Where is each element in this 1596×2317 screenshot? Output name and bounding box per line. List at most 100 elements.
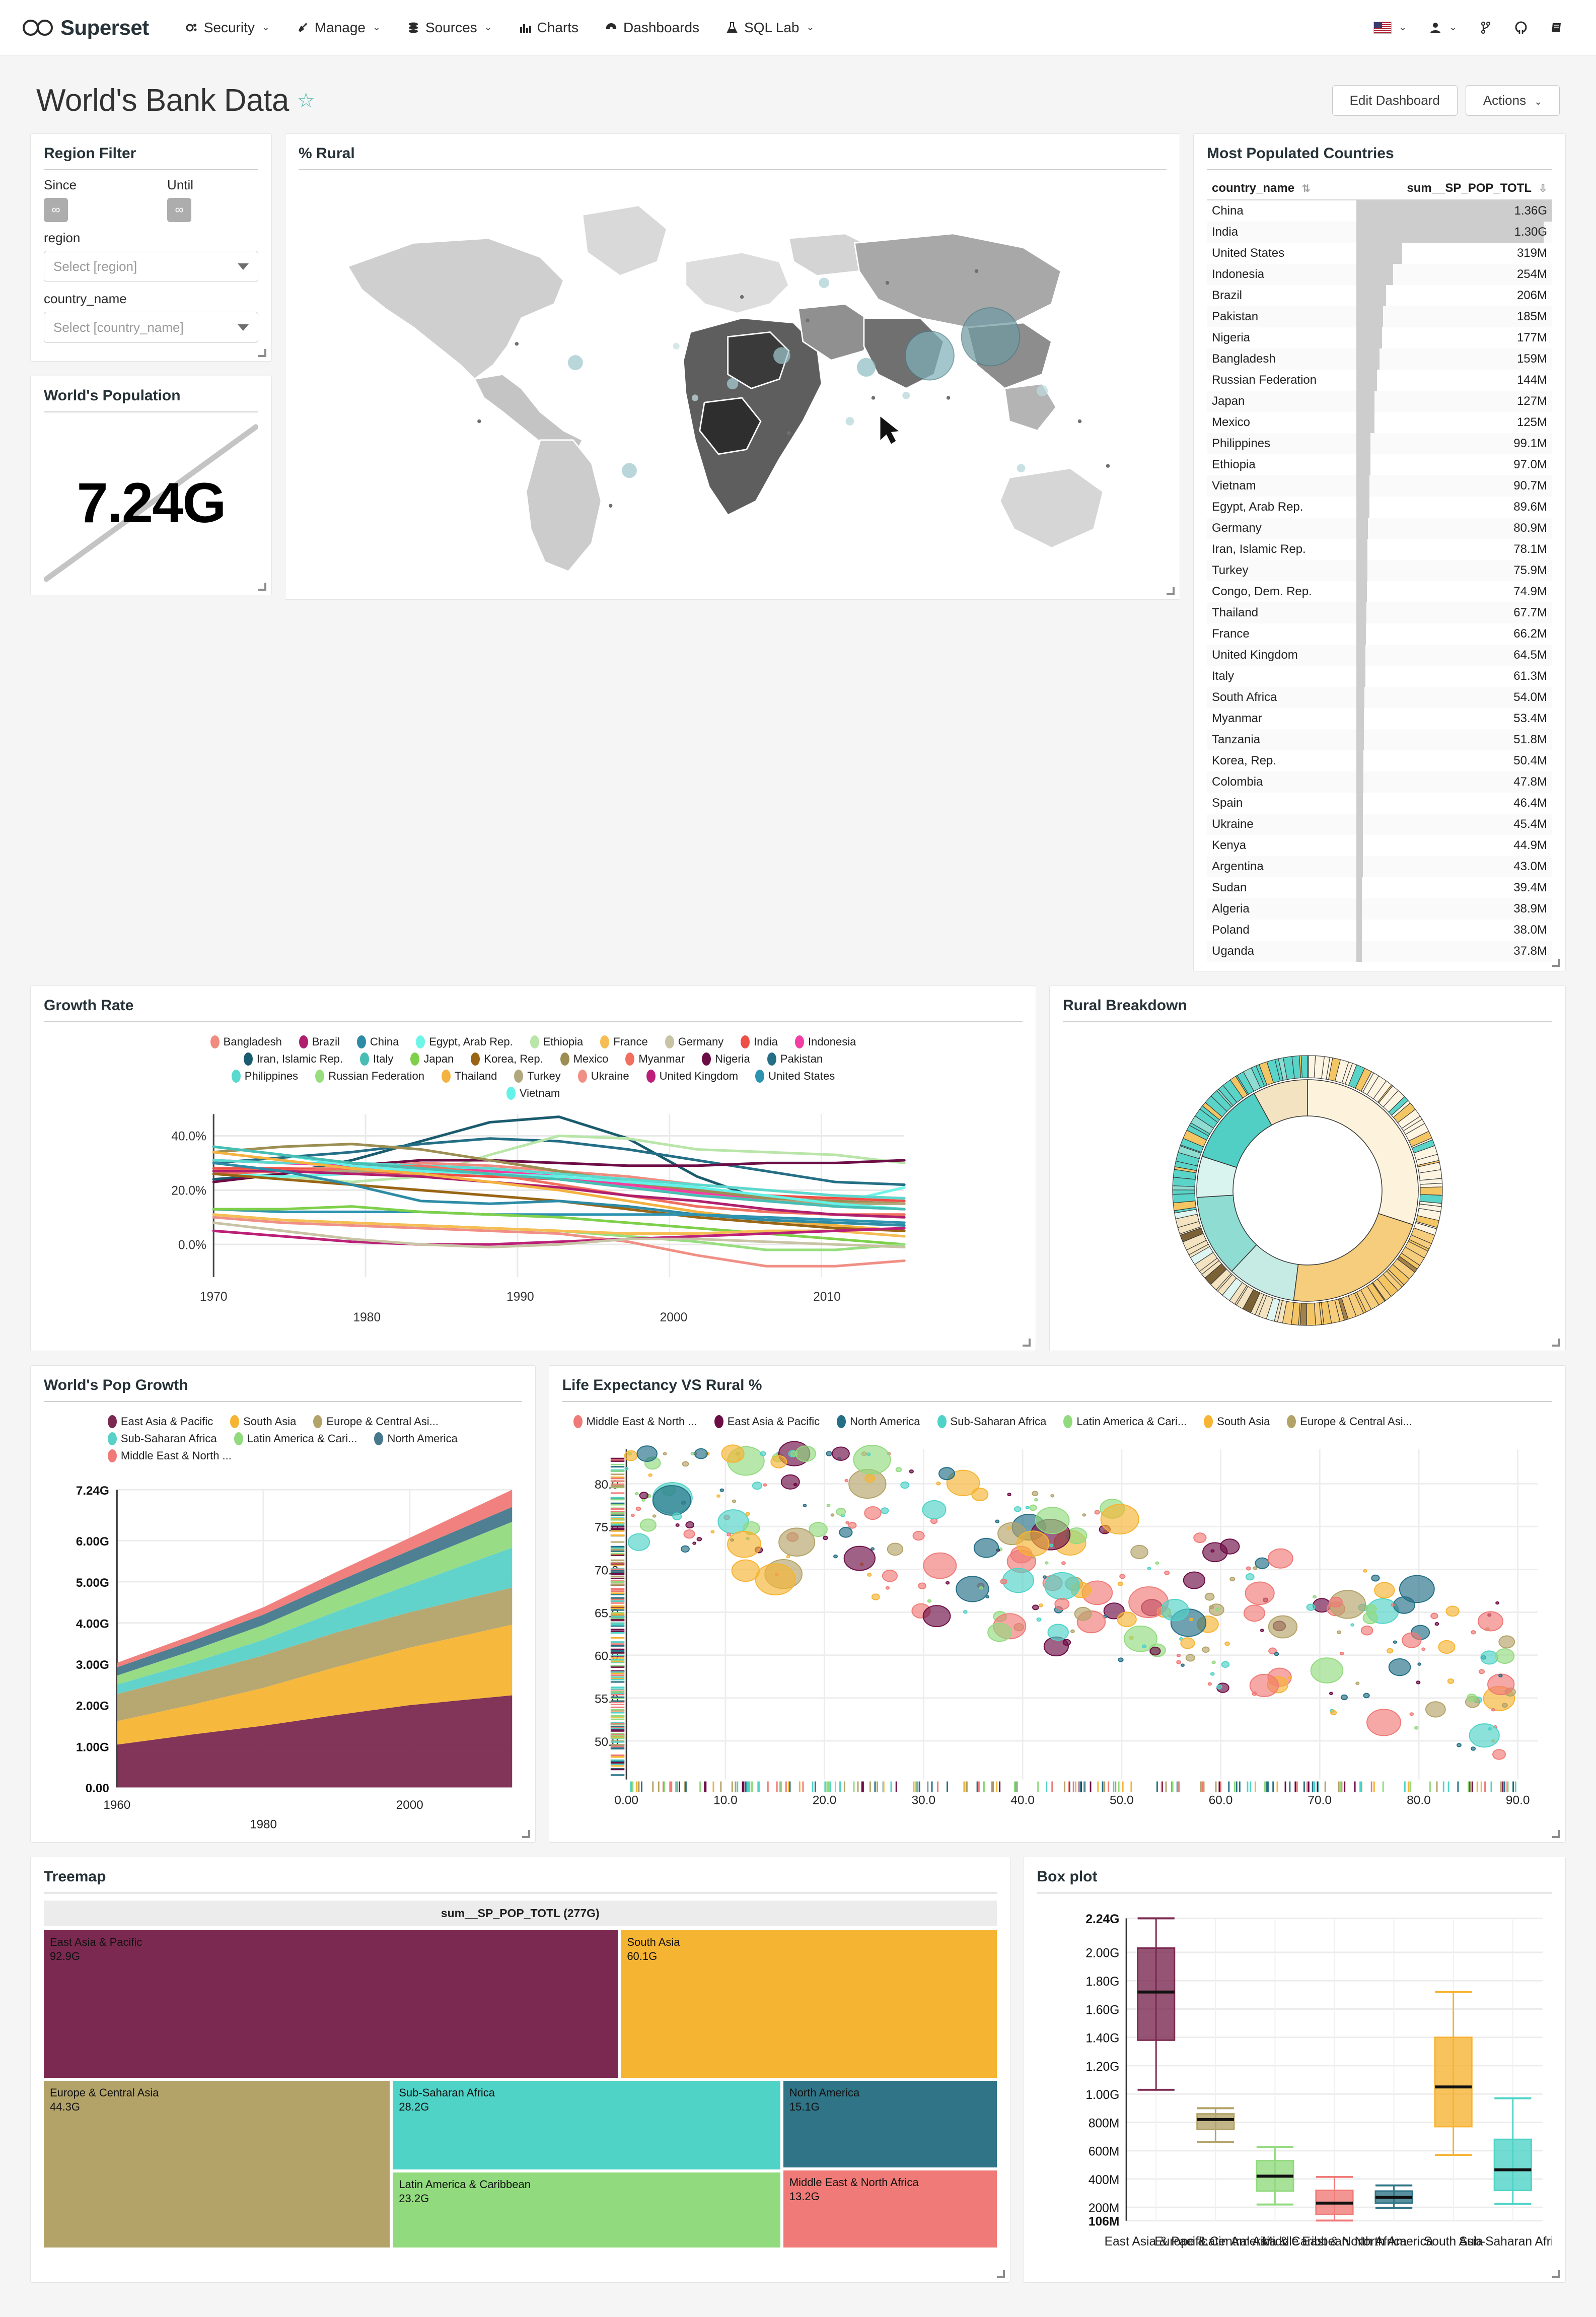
resize-handle[interactable] bbox=[522, 1830, 530, 1838]
pop-growth-legend-item[interactable]: Middle East & North ... bbox=[107, 1449, 232, 1462]
growth-rate-legend-item[interactable]: Russian Federation bbox=[315, 1070, 424, 1083]
nav-item-charts[interactable]: Charts bbox=[505, 20, 592, 36]
table-row[interactable]: Egypt, Arab Rep. 89.6M bbox=[1207, 497, 1552, 518]
pop-growth-legend-item[interactable]: Sub-Saharan Africa bbox=[107, 1432, 217, 1445]
growth-rate-legend-item[interactable]: Philippines bbox=[231, 1070, 298, 1083]
life-expectancy-legend-item[interactable]: East Asia & Pacific bbox=[714, 1415, 820, 1428]
resize-handle[interactable] bbox=[1167, 587, 1175, 595]
pop-growth-legend-item[interactable]: Europe & Central Asi... bbox=[313, 1415, 439, 1428]
resize-handle[interactable] bbox=[1552, 959, 1560, 967]
growth-rate-chart[interactable]: 0.0% 20.0% 40.0% 1970 1980 1990 2000 2010 bbox=[44, 1107, 1023, 1323]
resize-handle[interactable] bbox=[1023, 1339, 1031, 1347]
table-row[interactable]: Tanzania 51.8M bbox=[1207, 729, 1552, 750]
table-row[interactable]: Indonesia 254M bbox=[1207, 264, 1552, 285]
table-row[interactable]: Poland 38.0M bbox=[1207, 920, 1552, 941]
country-select[interactable]: Select [country_name] bbox=[44, 312, 258, 343]
table-row[interactable]: Ethiopia 97.0M bbox=[1207, 454, 1552, 475]
table-row[interactable]: Ukraine 45.4M bbox=[1207, 814, 1552, 835]
sunburst-chart[interactable] bbox=[1063, 1029, 1552, 1342]
growth-rate-legend-item[interactable]: Brazil bbox=[299, 1035, 340, 1048]
table-row[interactable]: Italy 61.3M bbox=[1207, 666, 1552, 687]
treemap-cell-north-america[interactable]: North America 15.1G bbox=[783, 2081, 997, 2168]
treemap-cell-south-asia[interactable]: South Asia 60.1G bbox=[621, 1930, 997, 2078]
table-row[interactable]: Brazil 206M bbox=[1207, 285, 1552, 306]
nav-item-manage[interactable]: Manage ⌄ bbox=[283, 20, 394, 36]
table-row[interactable]: India 1.30G bbox=[1207, 222, 1552, 243]
growth-rate-legend-item[interactable]: Myanmar bbox=[625, 1052, 685, 1066]
resize-handle[interactable] bbox=[996, 2270, 1005, 2278]
table-row[interactable]: Korea, Rep. 50.4M bbox=[1207, 750, 1552, 771]
life-expectancy-chart[interactable]: 50.055.060.065.070.075.080.00.00 10.0 20.0… bbox=[562, 1435, 1552, 1833]
growth-rate-legend-item[interactable]: Ukraine bbox=[577, 1070, 629, 1083]
growth-rate-legend-item[interactable]: Turkey bbox=[514, 1070, 561, 1083]
git-branch-link[interactable] bbox=[1468, 21, 1503, 34]
table-row[interactable]: Japan 127M bbox=[1207, 391, 1552, 412]
growth-rate-legend-item[interactable]: Mexico bbox=[560, 1052, 608, 1066]
life-expectancy-legend-item[interactable]: South Asia bbox=[1204, 1415, 1270, 1428]
resize-handle[interactable] bbox=[1552, 2270, 1560, 2278]
nav-item-sources[interactable]: Sources ⌄ bbox=[394, 20, 505, 36]
life-expectancy-legend-item[interactable]: Latin America & Cari... bbox=[1063, 1415, 1187, 1428]
pop-growth-legend-item[interactable]: Latin America & Cari... bbox=[234, 1432, 357, 1445]
growth-rate-legend-item[interactable]: France bbox=[600, 1035, 648, 1048]
growth-rate-legend-item[interactable]: Vietnam bbox=[506, 1087, 560, 1100]
growth-rate-legend-item[interactable]: United Kingdom bbox=[646, 1070, 738, 1083]
table-row[interactable]: Vietnam 90.7M bbox=[1207, 475, 1552, 497]
treemap-cell-middle-east-north-africa[interactable]: Middle East & North Africa 13.2G bbox=[783, 2170, 997, 2248]
growth-rate-legend-item[interactable]: Bangladesh bbox=[210, 1035, 282, 1048]
pop-growth-legend-item[interactable]: South Asia bbox=[230, 1415, 296, 1428]
region-select[interactable]: Select [region] bbox=[44, 251, 258, 282]
growth-rate-legend-item[interactable]: Ethiopia bbox=[530, 1035, 583, 1048]
nav-item-sql-lab[interactable]: SQL Lab ⌄ bbox=[712, 20, 827, 36]
nav-item-security[interactable]: Security ⌄ bbox=[172, 20, 283, 36]
resize-handle[interactable] bbox=[258, 349, 266, 357]
col-country-name[interactable]: country_name ⇅ bbox=[1207, 177, 1357, 200]
table-row[interactable]: Algeria 38.9M bbox=[1207, 898, 1552, 920]
growth-rate-legend-item[interactable]: Nigeria bbox=[702, 1052, 750, 1066]
table-row[interactable]: Nigeria 177M bbox=[1207, 327, 1552, 348]
table-row[interactable]: United Kingdom 64.5M bbox=[1207, 645, 1552, 666]
table-row[interactable]: Uganda 37.8M bbox=[1207, 941, 1552, 962]
table-row[interactable]: Colombia 47.8M bbox=[1207, 771, 1552, 793]
favorite-star-icon[interactable]: ☆ bbox=[297, 91, 315, 111]
table-row[interactable]: Myanmar 53.4M bbox=[1207, 708, 1552, 729]
table-row[interactable]: China 1.36G bbox=[1207, 200, 1552, 222]
actions-dropdown-button[interactable]: Actions ⌄ bbox=[1465, 85, 1560, 116]
table-row[interactable]: Turkey 75.9M bbox=[1207, 560, 1552, 581]
growth-rate-legend-item[interactable]: Egypt, Arab Rep. bbox=[416, 1035, 513, 1048]
table-row[interactable]: Pakistan 185M bbox=[1207, 306, 1552, 327]
since-input[interactable]: ∞ bbox=[44, 198, 68, 222]
growth-rate-legend-item[interactable]: Japan bbox=[410, 1052, 454, 1066]
table-row[interactable]: Thailand 67.7M bbox=[1207, 602, 1552, 623]
growth-rate-legend-item[interactable]: Indonesia bbox=[794, 1035, 856, 1048]
table-row[interactable]: Sudan 39.4M bbox=[1207, 877, 1552, 898]
resize-handle[interactable] bbox=[1552, 1339, 1560, 1347]
pop-growth-legend-item[interactable]: North America bbox=[374, 1432, 458, 1445]
github-link[interactable] bbox=[1503, 21, 1539, 34]
table-row[interactable]: Germany 80.9M bbox=[1207, 518, 1552, 539]
table-row[interactable]: Argentina 43.0M bbox=[1207, 856, 1552, 877]
superset-brand[interactable]: Superset bbox=[22, 16, 149, 40]
table-row[interactable]: Iran, Islamic Rep. 78.1M bbox=[1207, 539, 1552, 560]
table-row[interactable]: Philippines 99.1M bbox=[1207, 433, 1552, 454]
treemap-cell-east-asia-pacific[interactable]: East Asia & Pacific 92.9G bbox=[44, 1930, 618, 2078]
table-row[interactable]: Bangladesh 159M bbox=[1207, 348, 1552, 370]
table-row[interactable]: Congo, Dem. Rep. 74.9M bbox=[1207, 581, 1552, 602]
growth-rate-legend-item[interactable]: Thailand bbox=[441, 1070, 497, 1083]
world-map[interactable] bbox=[299, 177, 1167, 590]
growth-rate-legend-item[interactable]: China bbox=[356, 1035, 399, 1048]
treemap-cell-europe-central-asia[interactable]: Europe & Central Asia 44.3G bbox=[44, 2081, 390, 2248]
growth-rate-legend-item[interactable]: Korea, Rep. bbox=[471, 1052, 543, 1066]
table-row[interactable]: United States 319M bbox=[1207, 243, 1552, 264]
resize-handle[interactable] bbox=[1552, 1830, 1560, 1838]
nav-item-dashboards[interactable]: Dashboards bbox=[592, 20, 712, 36]
table-row[interactable]: Spain 46.4M bbox=[1207, 793, 1552, 814]
growth-rate-legend-item[interactable]: Iran, Islamic Rep. bbox=[243, 1052, 343, 1066]
life-expectancy-legend-item[interactable]: Europe & Central Asi... bbox=[1287, 1415, 1412, 1428]
growth-rate-legend-item[interactable]: Pakistan bbox=[767, 1052, 823, 1066]
table-row[interactable]: France 66.2M bbox=[1207, 623, 1552, 645]
table-row[interactable]: Mexico 125M bbox=[1207, 412, 1552, 433]
language-selector[interactable]: ⌄ bbox=[1362, 21, 1418, 34]
table-row[interactable]: Kenya 44.9M bbox=[1207, 835, 1552, 856]
resize-handle[interactable] bbox=[258, 583, 266, 591]
